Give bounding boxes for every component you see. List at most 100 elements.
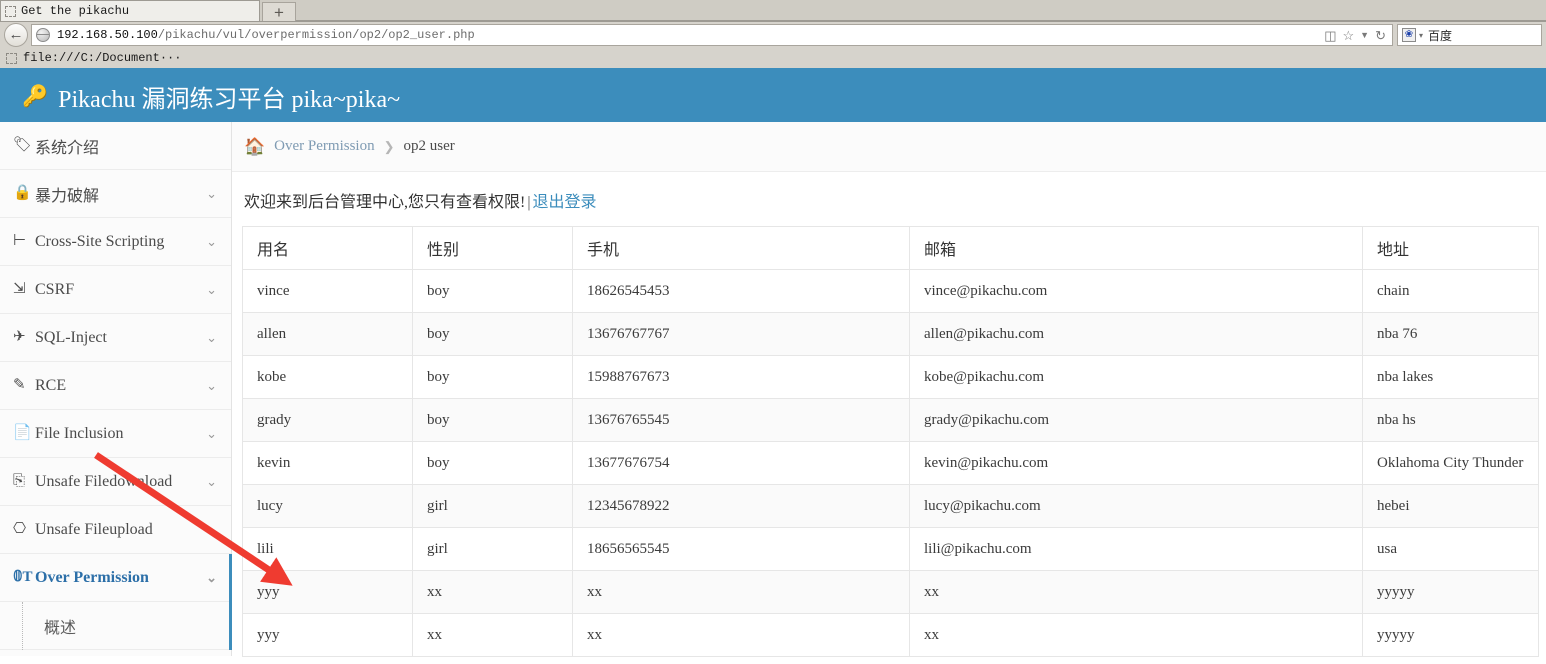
- user-table: 用名 性别 手机 邮箱 地址 vince boy 18626545453 vin…: [242, 226, 1539, 657]
- file-icon: 📄: [13, 425, 32, 441]
- chevron-down-icon[interactable]: ▾: [1419, 31, 1423, 40]
- cell-email: xx: [909, 613, 1363, 657]
- chevron-down-icon[interactable]: ⌄: [206, 187, 217, 200]
- navigation-bar: ← 192.168.50.100 /pikachu/vul/overpermis…: [0, 22, 1546, 48]
- sidebar-item-label: 系统介绍: [35, 139, 100, 157]
- table-row: vince boy 18626545453 vince@pikachu.com …: [242, 269, 1539, 313]
- table-body: vince boy 18626545453 vince@pikachu.com …: [242, 269, 1539, 657]
- pencil-icon: ✎: [13, 377, 26, 393]
- table-row: lucy girl 12345678922 lucy@pikachu.com h…: [242, 484, 1539, 528]
- url-host: 192.168.50.100: [57, 28, 158, 42]
- chevron-down-icon[interactable]: ⌄: [206, 475, 217, 488]
- cell-gender: girl: [412, 527, 573, 571]
- tab-title: Get the pikachu: [21, 4, 130, 18]
- chevron-right-icon: ❯: [383, 138, 395, 154]
- chevron-down-icon[interactable]: ⌄: [206, 283, 217, 296]
- bookmark-item[interactable]: file:///C:/Document···: [23, 51, 181, 65]
- cell-address: hebei: [1362, 484, 1539, 528]
- cell-email: grady@pikachu.com: [909, 398, 1363, 442]
- cell-phone: 15988767673: [572, 355, 910, 399]
- cell-gender: girl: [412, 484, 573, 528]
- table-row: allen boy 13676767767 allen@pikachu.com …: [242, 312, 1539, 356]
- cell-email: xx: [909, 570, 1363, 614]
- cell-gender: boy: [412, 398, 573, 442]
- upload-icon: ⎔: [13, 521, 27, 537]
- sidebar-item-csrf[interactable]: ⇲ CSRF ⌄: [0, 266, 231, 314]
- cell-username: lucy: [242, 484, 413, 528]
- search-box[interactable]: ❀ ▾ 百度: [1397, 24, 1542, 46]
- sidebar-item-over-permission[interactable]: 𝟘T Over Permission ⌄: [0, 554, 232, 602]
- logout-link[interactable]: 退出登录: [533, 194, 597, 211]
- chevron-down-icon[interactable]: ⌄: [206, 427, 217, 440]
- cell-email: vince@pikachu.com: [909, 269, 1363, 313]
- sidebar-item-label: Over Permission: [35, 568, 149, 586]
- breadcrumb: 🏠 Over Permission ❯ op2 user: [232, 122, 1546, 172]
- download-icon: ⎘: [13, 473, 26, 489]
- bookmark-bar: file:///C:/Document···: [0, 48, 1546, 70]
- page-icon: [5, 5, 16, 17]
- cell-address: yyyyy: [1362, 613, 1539, 657]
- sidebar-item-file-inclusion[interactable]: 📄 File Inclusion ⌄: [0, 410, 231, 458]
- sidebar-item-sql-inject[interactable]: ✈ SQL-Inject ⌄: [0, 314, 231, 362]
- cell-gender: boy: [412, 312, 573, 356]
- breadcrumb-link[interactable]: Over Permission: [274, 138, 374, 155]
- column-header-email: 邮箱: [909, 226, 1363, 270]
- sidebar-item-system-intro[interactable]: 🏷 系统介绍: [0, 122, 231, 170]
- reader-icon[interactable]: ◫: [1324, 29, 1336, 42]
- cell-email: kobe@pikachu.com: [909, 355, 1363, 399]
- cell-phone: 12345678922: [572, 484, 910, 528]
- separator-pipe: |: [527, 194, 531, 211]
- sidebar-item-label: Unsafe Filedownload: [35, 472, 173, 490]
- chevron-down-icon[interactable]: ▼: [1360, 30, 1369, 40]
- cell-username: allen: [242, 312, 413, 356]
- sidebar-item-label: Unsafe Fileupload: [35, 520, 153, 538]
- tag-icon: 🏷: [13, 137, 33, 153]
- content-area: 🏠 Over Permission ❯ op2 user 欢迎来到后台管理中心,…: [232, 122, 1546, 657]
- cell-address: nba hs: [1362, 398, 1539, 442]
- new-tab-button[interactable]: +: [262, 2, 296, 21]
- table-header-row: 用名 性别 手机 邮箱 地址: [242, 226, 1539, 270]
- url-path: /pikachu/vul/overpermission/op2/op2_user…: [157, 28, 475, 42]
- chevron-down-icon[interactable]: ⌄: [206, 523, 217, 536]
- cell-phone: 18656565545: [572, 527, 910, 571]
- sidebar-item-unsafe-fileupload[interactable]: ⎔ Unsafe Fileupload ⌄: [0, 506, 231, 554]
- sidebar-subitem-label: 概述: [44, 619, 77, 637]
- cell-username: kevin: [242, 441, 413, 485]
- cell-phone: xx: [572, 613, 910, 657]
- back-icon[interactable]: ←: [4, 23, 28, 47]
- browser-chrome: Get the pikachu + ← 192.168.50.100 /pika…: [0, 0, 1546, 70]
- table-header: 用名 性别 手机 邮箱 地址: [242, 226, 1539, 270]
- page-title: Pikachu 漏洞练习平台 pika~pika~: [58, 86, 401, 113]
- cell-phone: xx: [572, 570, 910, 614]
- sidebar-item-rce[interactable]: ✎ RCE ⌄: [0, 362, 231, 410]
- cell-username: yyy: [242, 570, 413, 614]
- plane-icon: ✈: [13, 329, 26, 345]
- page-layout: 🏷 系统介绍 🔒 暴力破解 ⌄ ⊢ Cross-Site Scripting ⌄…: [0, 122, 1546, 657]
- sidebar-item-xss[interactable]: ⊢ Cross-Site Scripting ⌄: [0, 218, 231, 266]
- cell-username: kobe: [242, 355, 413, 399]
- table-row: kevin boy 13677676754 kevin@pikachu.com …: [242, 441, 1539, 485]
- chevron-down-icon[interactable]: ⌄: [206, 235, 217, 248]
- chevron-down-icon[interactable]: ⌄: [206, 379, 217, 392]
- reload-icon[interactable]: ↻: [1375, 29, 1386, 42]
- chevron-down-icon[interactable]: ⌄: [206, 331, 217, 344]
- share-icon: ⇲: [13, 281, 26, 297]
- breadcrumb-current: op2 user: [403, 138, 455, 154]
- table-row: kobe boy 15988767673 kobe@pikachu.com nb…: [242, 355, 1539, 399]
- sidebar-item-unsafe-filedownload[interactable]: ⎘ Unsafe Filedownload ⌄: [0, 458, 231, 506]
- sidebar-item-label: Cross-Site Scripting: [35, 232, 165, 250]
- sidebar-subitem-overview[interactable]: 概述: [0, 602, 232, 650]
- chevron-down-icon[interactable]: ⌄: [206, 571, 217, 584]
- sidebar-item-label: CSRF: [35, 280, 75, 298]
- star-icon[interactable]: ☆: [1343, 29, 1355, 42]
- sidebar-item-brute-force[interactable]: 🔒 暴力破解 ⌄: [0, 170, 231, 218]
- browser-tab[interactable]: Get the pikachu: [0, 0, 260, 21]
- sidebar: 🏷 系统介绍 🔒 暴力破解 ⌄ ⊢ Cross-Site Scripting ⌄…: [0, 122, 232, 656]
- cell-email: lucy@pikachu.com: [909, 484, 1363, 528]
- table-row: lili girl 18656565545 lili@pikachu.com u…: [242, 527, 1539, 571]
- cell-address: chain: [1362, 269, 1539, 313]
- cell-phone: 13677676754: [572, 441, 910, 485]
- address-bar[interactable]: 192.168.50.100 /pikachu/vul/overpermissi…: [31, 24, 1393, 46]
- home-icon[interactable]: 🏠: [244, 138, 265, 155]
- cell-gender: boy: [412, 355, 573, 399]
